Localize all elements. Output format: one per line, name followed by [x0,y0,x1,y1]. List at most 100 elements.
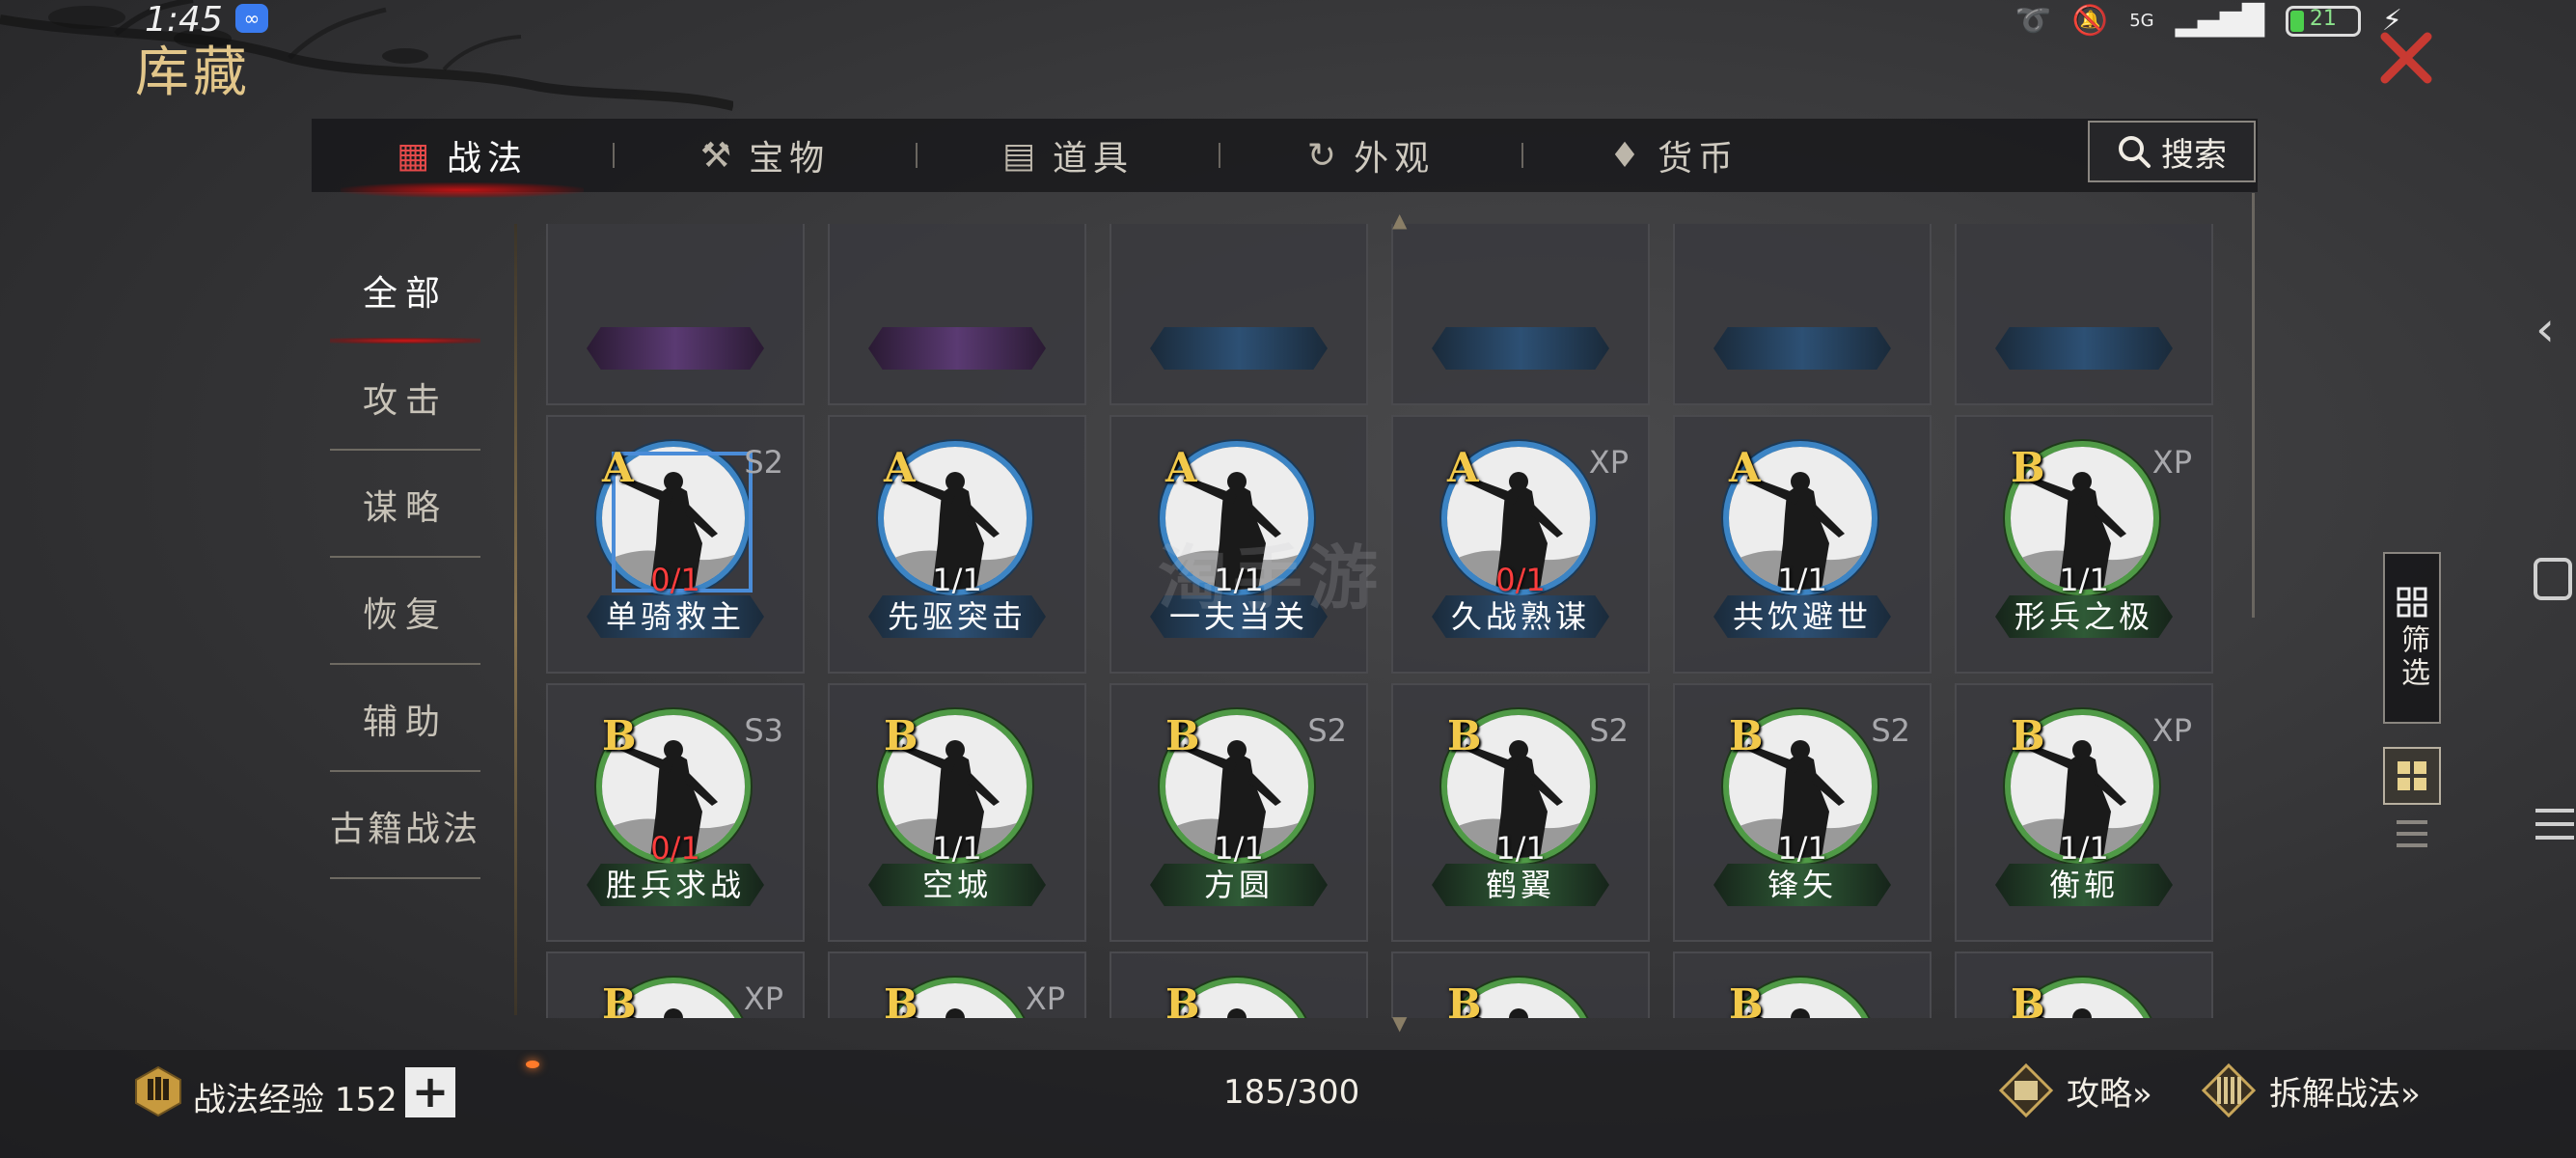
season-tag: S2 [1307,712,1347,749]
tactic-card[interactable]: B2/2 [1673,951,1932,1018]
system-menu-icon[interactable] [2535,809,2574,849]
ink-branch-decoration [0,0,733,111]
tactic-card[interactable] [1391,224,1650,405]
sidebar-item-all[interactable]: 全部 [309,236,502,344]
book-icon [1998,1062,2054,1118]
grid-view-button[interactable] [2383,747,2441,805]
tactic-name: 胜兵求战 [587,864,764,906]
tactic-card[interactable]: A S2 0/1 单骑救主 [546,415,805,674]
dismantle-tactics-button[interactable]: 拆解战法» [2200,1062,2421,1119]
tactic-name: 形兵之极 [1995,595,2173,638]
tactic-card[interactable]: BXP1/1 [546,951,805,1018]
tactic-card[interactable]: B S3 0/1 胜兵求战 [546,683,805,942]
season-tag: XP [2151,444,2192,481]
sidebar-item-ancient[interactable]: 古籍战法 [309,772,502,879]
season-tag: S2 [1871,712,1910,749]
tactic-count: 1/1 [932,830,982,867]
grade-badge: B [602,980,637,1018]
tactic-card[interactable]: B 1/1 空城 [828,683,1086,942]
tactic-card[interactable] [546,224,805,405]
tactics-grid[interactable]: A S2 0/1 单骑救主 A 1/1 先驱突击 A 1/1 一夫当关 A XP 0/1 久战熟谋 A 1/1… [546,224,2225,1018]
tactic-name: 共饮避世 [1713,595,1891,638]
tactic-name: 鹤翼 [1432,864,1609,906]
tactic-card[interactable]: A XP 0/1 久战熟谋 [1391,415,1650,674]
grade-badge: B [884,980,918,1018]
tactic-count: 1/1 [1214,830,1264,867]
close-button[interactable] [2375,27,2437,89]
tactic-name-banner [587,327,764,370]
tactic-name: 先驱突击 [868,595,1046,638]
category-tab-bar: ▦ 战法 ⚒ 宝物 ▤ 道具 ↻ 外观 ♦ 货币 [312,119,2258,198]
tactic-card[interactable]: B2/2 [1110,951,1368,1018]
tactic-card[interactable]: B XP 1/1 衡轭 [1955,683,2213,942]
grade-badge: B [1165,712,1200,759]
tab-items[interactable]: ▤ 道具 [918,119,1219,192]
tab-label: 战法 [447,139,529,179]
tactic-card[interactable]: A 1/1 先驱突击 [828,415,1086,674]
sidebar-item-support[interactable]: 辅助 [309,665,502,772]
strategy-guide-button[interactable]: 攻略» [1997,1062,2152,1119]
tactic-card[interactable]: BXP1/1 [828,951,1086,1018]
tab-label: 外观 [1354,139,1436,179]
box-icon: ▤ [1001,135,1041,176]
tactic-card[interactable]: B S2 1/1 鹤翼 [1391,683,1650,942]
tactic-card[interactable] [1673,224,1932,405]
network-label: 5G [2129,11,2154,31]
tactics-exp-value: 战法经验 152 [193,1081,397,1119]
grade-badge: B [602,712,637,759]
tab-label: 货币 [1658,139,1740,179]
search-button[interactable]: 搜索 [2088,121,2256,182]
strategy-label: 攻略» [2067,1074,2152,1114]
grade-badge: A [1447,444,1479,491]
grade-badge: A [1165,444,1197,491]
search-icon [2119,136,2151,168]
filter-button[interactable]: 筛选 [2383,552,2441,724]
tactic-card[interactable]: A 1/1 共饮避世 [1673,415,1932,674]
tactic-card[interactable]: B S2 1/1 方圆 [1110,683,1368,942]
system-back-icon[interactable]: ‹ [2535,301,2555,357]
tab-tactics[interactable]: ▦ 战法 [312,119,613,198]
grade-badge: B [2011,980,2045,1018]
sidebar-item-strategy[interactable]: 谋略 [309,451,502,558]
grid-filter-icon [2397,587,2427,618]
swirl-icon: ↻ [1306,135,1343,176]
battery-icon: 21 [2285,5,2361,37]
tab-appearance[interactable]: ↻ 外观 [1220,119,1521,192]
tactic-name: 空城 [868,864,1046,906]
tactic-name: 久战熟谋 [1432,595,1609,638]
scroll-icon [2201,1062,2257,1118]
sidebar-item-recovery[interactable]: 恢复 [309,558,502,665]
tactic-card[interactable] [1955,224,2213,405]
filter-label: 筛选 [2396,624,2429,690]
tactic-card[interactable]: B2/2 [1391,951,1650,1018]
tactic-card[interactable] [828,224,1086,405]
tactic-card[interactable]: B S2 1/1 锋矢 [1673,683,1932,942]
tactic-card[interactable]: B2/2 [1955,951,2213,1018]
season-tag: XP [743,980,783,1017]
tactic-count: 1/1 [2059,562,2109,598]
grade-badge: B [1447,980,1482,1018]
tactic-card[interactable] [1110,224,1368,405]
tactic-name-banner [1432,327,1609,370]
grid-view-icon [2398,761,2426,790]
grade-badge: A [1729,444,1761,491]
sidebar-item-attack[interactable]: 攻击 [309,344,502,451]
watermark: 淘手游 [1158,538,1384,619]
system-home-icon[interactable] [2534,558,2572,600]
tactic-name: 锋矢 [1713,864,1891,906]
tab-currency[interactable]: ♦ 货币 [1523,119,1824,192]
money-bag-icon: ♦ [1608,135,1647,176]
scrollbar[interactable] [2252,193,2255,618]
grade-badge: A [602,444,634,491]
add-exp-button[interactable]: + [405,1067,455,1117]
grade-badge: B [1729,712,1764,759]
tactic-count: 0/1 [650,562,700,598]
season-tag: XP [1588,444,1629,481]
tactic-card[interactable]: B XP 1/1 形兵之极 [1955,415,2213,674]
list-view-button[interactable] [2387,813,2437,855]
tactic-count: 1/1 [932,562,982,598]
season-tag: XP [1025,980,1065,1017]
tab-treasure[interactable]: ⚒ 宝物 [615,119,916,192]
grade-badge: B [884,712,918,759]
signal-icon: ▂▄▆█ [2175,4,2264,38]
